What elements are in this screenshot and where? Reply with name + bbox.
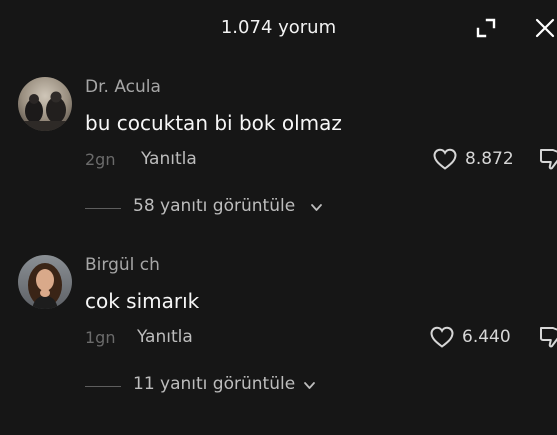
heart-icon[interactable] (432, 147, 458, 171)
view-replies[interactable]: 58 yanıtı görüntüle (0, 196, 557, 220)
comment-text: cok simarık (85, 289, 200, 313)
comment-item: Birgül ch cok simarık 1gn Yanıtla 6.440 … (0, 255, 557, 435)
chevron-down-icon (304, 382, 315, 389)
reply-button[interactable]: Yanıtla (137, 327, 193, 347)
expand-icon (476, 18, 496, 38)
view-replies-label[interactable]: 58 yanıtı görüntüle (133, 196, 295, 216)
avatar-image (18, 77, 72, 131)
comment-time: 1gn (85, 328, 116, 347)
comments-header: 1.074 yorum (0, 0, 557, 58)
thumbs-down-icon[interactable] (538, 146, 557, 172)
comment-text: bu cocuktan bi bok olmaz (85, 111, 342, 135)
replies-divider (85, 208, 121, 209)
heart-icon[interactable] (429, 325, 455, 349)
like-count: 6.440 (462, 327, 511, 347)
comment-item: Dr. Acula bu cocuktan bi bok olmaz 2gn Y… (0, 77, 557, 257)
thumbs-down-icon[interactable] (538, 324, 557, 350)
close-icon (535, 18, 555, 38)
avatar[interactable] (18, 255, 72, 309)
reply-button[interactable]: Yanıtla (141, 149, 197, 169)
close-button[interactable] (533, 16, 557, 40)
comment-username[interactable]: Dr. Acula (85, 77, 161, 97)
comment-username[interactable]: Birgül ch (85, 255, 160, 275)
view-replies-label[interactable]: 11 yanıtı görüntüle (133, 374, 295, 394)
replies-divider (85, 386, 121, 387)
avatar-image (18, 255, 72, 309)
chevron-down-icon (311, 204, 322, 211)
avatar[interactable] (18, 77, 72, 131)
comment-time: 2gn (85, 150, 116, 169)
view-replies[interactable]: 11 yanıtı görüntüle (0, 374, 557, 398)
expand-button[interactable] (474, 16, 498, 40)
like-count: 8.872 (465, 149, 514, 169)
